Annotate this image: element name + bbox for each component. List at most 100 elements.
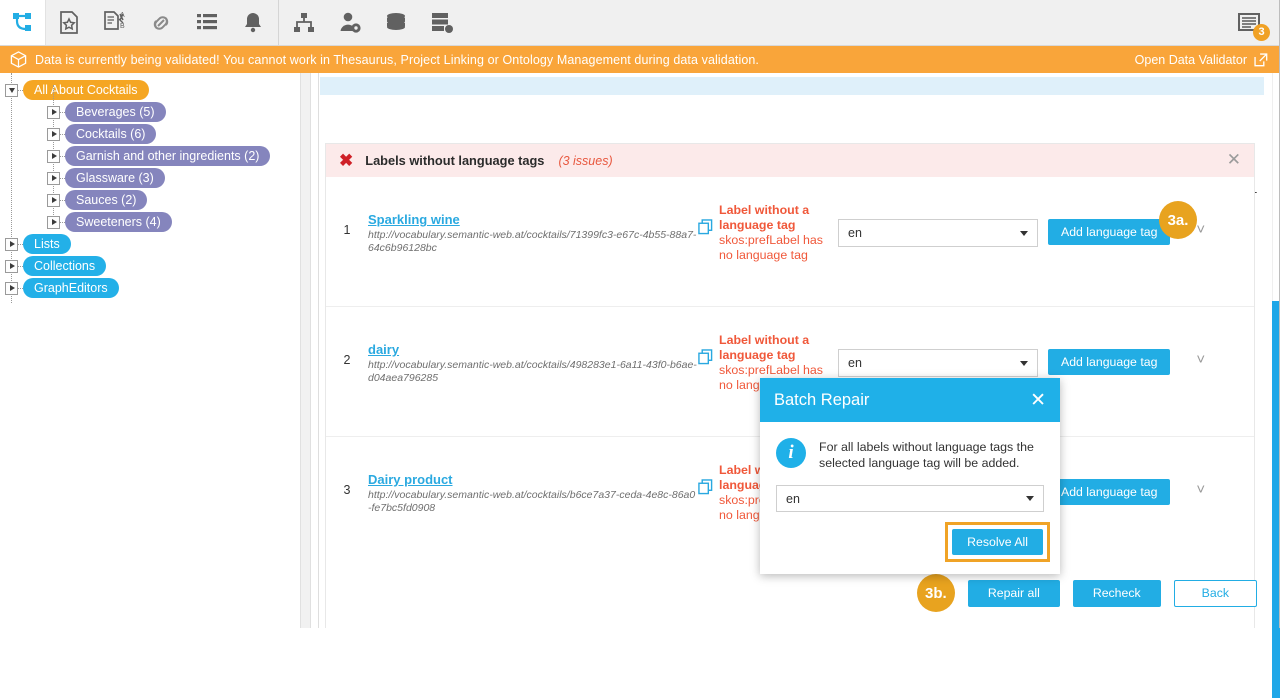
sidebar-divider: [312, 73, 319, 628]
chevron-right-icon: [52, 175, 57, 181]
app-logo[interactable]: [0, 0, 46, 45]
tree-node-pill[interactable]: Sauces (2): [65, 190, 147, 210]
open-data-validator-label: Open Data Validator: [1135, 53, 1247, 67]
ontology-management-icon[interactable]: [281, 0, 327, 45]
tree-node-pill[interactable]: Lists: [23, 234, 71, 254]
tree-node-pill[interactable]: Cocktails (6): [65, 124, 156, 144]
chevron-right-icon: [52, 153, 57, 159]
chevron-right-icon: [10, 241, 15, 247]
open-data-validator-link[interactable]: Open Data Validator: [1135, 53, 1268, 67]
resolve-all-button[interactable]: Resolve All: [952, 529, 1043, 555]
expand-toggle[interactable]: [47, 172, 60, 185]
concept-tree: All About CocktailsBeverages (5)Cocktail…: [0, 73, 300, 299]
concept-uri: http://vocabulary.semantic-web.at/cockta…: [368, 489, 698, 515]
concept-link[interactable]: dairy: [368, 342, 399, 357]
chevron-down-icon[interactable]: ˅: [1196, 221, 1205, 238]
dialog-header: Batch Repair ✕: [760, 378, 1060, 422]
lists-icon[interactable]: [184, 0, 230, 45]
chevron-down-icon[interactable]: ˅: [1196, 351, 1205, 368]
row-number: 2: [326, 325, 368, 367]
issue-row: 1Sparkling wine http://vocabulary.semanti…: [326, 177, 1254, 307]
x-error-icon: ✖: [339, 152, 353, 169]
repair-all-button[interactable]: Repair all: [968, 580, 1060, 607]
svg-text:A: A: [120, 12, 125, 19]
copy-icon[interactable]: [698, 349, 713, 370]
concept-link[interactable]: Dairy product: [368, 472, 453, 487]
info-icon: i: [776, 438, 806, 468]
issue-title: Labels without language tags: [365, 153, 544, 168]
collapse-toggle[interactable]: [5, 84, 18, 97]
tree-node-pill[interactable]: Collections: [23, 256, 106, 276]
tree-node: Garnish and other ingredients (2): [0, 145, 300, 167]
expand-toggle[interactable]: [47, 106, 60, 119]
tree-node-pill[interactable]: Beverages (5): [65, 102, 166, 122]
chevron-right-icon: [52, 131, 57, 137]
language-value: en: [848, 356, 862, 370]
data-stores-icon[interactable]: [373, 0, 419, 45]
expand-toggle[interactable]: [47, 150, 60, 163]
server-cloud-icon: [430, 12, 454, 34]
hierarchy-icon: [292, 12, 316, 34]
language-select[interactable]: en: [838, 219, 1038, 247]
expand-toggle[interactable]: [5, 238, 18, 251]
sidebar-scrollbar[interactable]: [300, 73, 311, 628]
expand-toggle[interactable]: [5, 282, 18, 295]
expand-toggle[interactable]: [47, 216, 60, 229]
copy-icon[interactable]: [698, 479, 713, 500]
user-management-icon[interactable]: [327, 0, 373, 45]
banner-message: Data is currently being validated! You c…: [35, 53, 1135, 67]
chevron-down-icon: [1020, 231, 1028, 236]
svg-text:B: B: [120, 23, 125, 30]
tree-node-pill[interactable]: All About Cocktails: [23, 80, 149, 100]
notifications-bell-icon[interactable]: [230, 0, 276, 45]
chevron-down-icon[interactable]: ˅: [1196, 481, 1205, 498]
chevron-right-icon: [52, 109, 57, 115]
thesaurus-icon[interactable]: A B: [92, 0, 138, 45]
add-language-tag-button[interactable]: Add language tag: [1048, 349, 1170, 375]
server-icon[interactable]: [419, 0, 465, 45]
tree-node-pill[interactable]: Glassware (3): [65, 168, 165, 188]
chevron-right-icon: [10, 263, 15, 269]
project-linking-icon[interactable]: [138, 0, 184, 45]
tree-node-pill[interactable]: Sweeteners (4): [65, 212, 172, 232]
add-language-tag-button[interactable]: Add language tag: [1048, 219, 1170, 245]
document-star-icon: [58, 10, 81, 35]
cube-icon: [10, 51, 27, 68]
notifications-panel-button[interactable]: 3: [1224, 0, 1276, 45]
back-button[interactable]: Back: [1174, 580, 1257, 607]
tree-node: Lists: [0, 233, 300, 255]
bell-icon: [242, 11, 264, 35]
close-icon[interactable]: ✕: [1030, 391, 1046, 410]
concept-link[interactable]: Sparkling wine: [368, 212, 460, 227]
chevron-down-icon: [1020, 361, 1028, 366]
issue-subtext: skos:prefLabel has no language tag: [719, 233, 823, 262]
copy-icon[interactable]: [698, 219, 713, 240]
recheck-button[interactable]: Recheck: [1073, 580, 1161, 607]
row-issue-detail: Label without a language tagskos:prefLab…: [698, 195, 828, 263]
expand-toggle[interactable]: [47, 194, 60, 207]
projects-icon[interactable]: [46, 0, 92, 45]
close-icon[interactable]: ✕: [1227, 151, 1241, 168]
content-top-strip: [320, 77, 1264, 95]
tree-node: Sweeteners (4): [0, 211, 300, 233]
step-badge-3b: 3b.: [917, 574, 955, 612]
language-value: en: [848, 226, 862, 240]
concept-uri: http://vocabulary.semantic-web.at/cockta…: [368, 229, 698, 255]
row-controls: en Add language tag ˅: [828, 325, 1254, 377]
issue-heading: Label without a language tag: [719, 333, 828, 363]
row-number: 1: [326, 195, 368, 237]
expand-toggle[interactable]: [47, 128, 60, 141]
list-icon: [196, 12, 219, 34]
validation-banner: Data is currently being validated! You c…: [0, 46, 1280, 73]
dialog-language-select[interactable]: en: [776, 485, 1044, 512]
language-select[interactable]: en: [838, 349, 1038, 377]
tree-node-pill[interactable]: Garnish and other ingredients (2): [65, 146, 270, 166]
tree-node-pill[interactable]: GraphEditors: [23, 278, 119, 298]
tree-node: Sauces (2): [0, 189, 300, 211]
external-link-icon: [1254, 53, 1268, 67]
dialog-title: Batch Repair: [774, 391, 869, 410]
expand-toggle[interactable]: [5, 260, 18, 273]
add-language-tag-button[interactable]: Add language tag: [1048, 479, 1170, 505]
tree-node: Collections: [0, 255, 300, 277]
chevron-right-icon: [10, 285, 15, 291]
